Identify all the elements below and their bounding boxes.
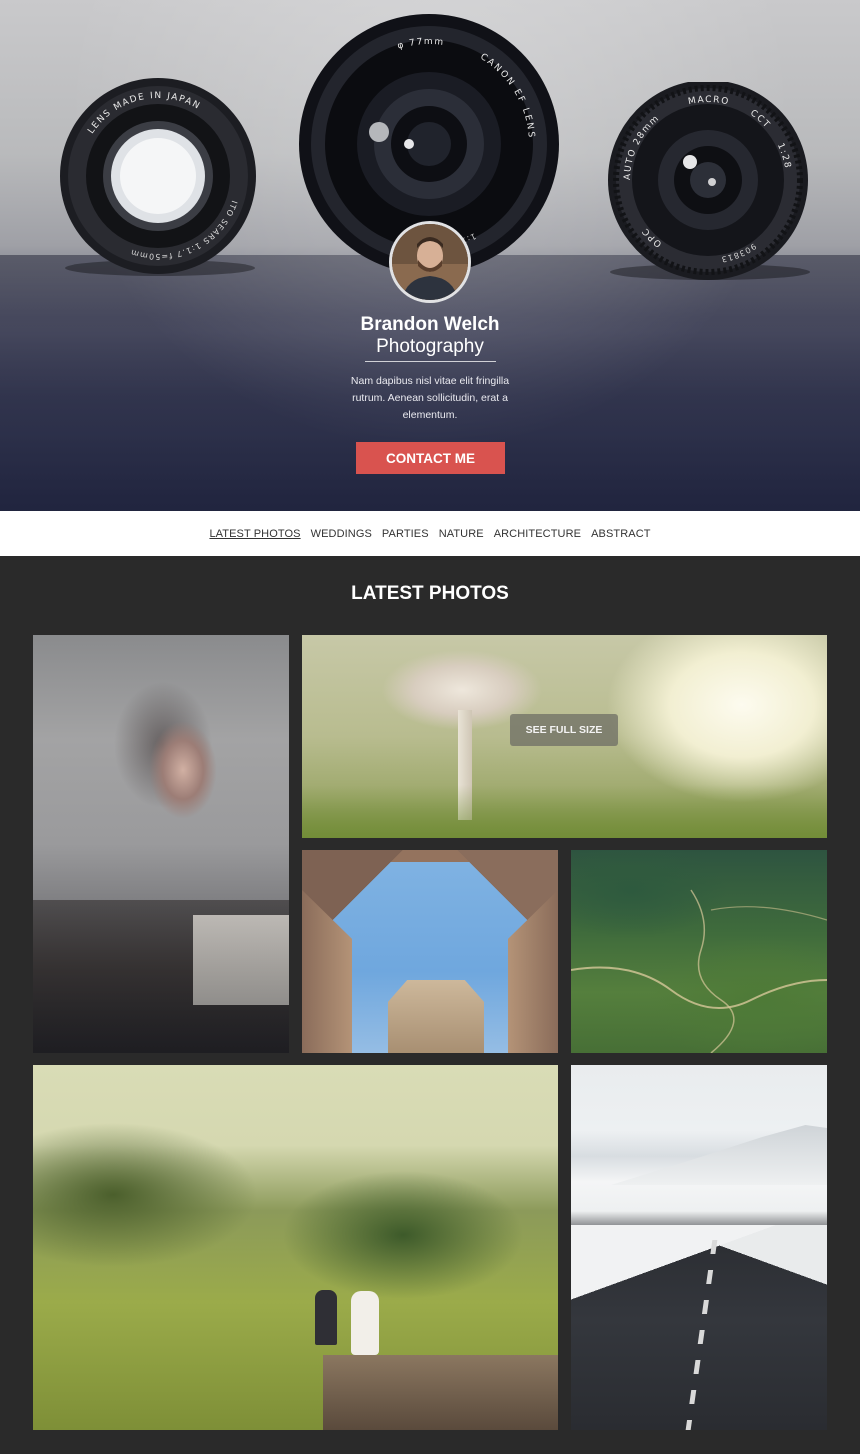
photo-mushroom-grass: [302, 785, 827, 838]
right-lens-image: AUTO 28mm MACRO CCT 1:28 OPC 903813: [608, 82, 810, 280]
photo-aerial-landscape[interactable]: [571, 850, 827, 1053]
intro-text: Nam dapibus nisl vitae elit fringilla ru…: [350, 375, 510, 421]
photo-architecture-left-wall: [302, 890, 352, 1053]
nav-item-weddings[interactable]: WEDDINGS: [311, 528, 372, 540]
photo-architecture-right-wall: [508, 890, 558, 1053]
photo-road-mountain: [611, 1125, 827, 1185]
nav-item-architecture[interactable]: ARCHITECTURE: [494, 528, 581, 540]
left-lens-image: LENS MADE IN JAPAN ITO SEARS 1:1.7 f=50m…: [60, 78, 256, 276]
category-nav: LATEST PHOTOS WEDDINGS PARTIES NATURE AR…: [0, 511, 860, 556]
brand-subtitle: Photography: [376, 336, 484, 357]
contact-me-button[interactable]: CONTACT ME: [356, 442, 505, 474]
nav-item-abstract[interactable]: ABSTRACT: [591, 528, 650, 540]
photo-architecture-church: [388, 980, 484, 1053]
photo-wedding-groom: [315, 1290, 337, 1345]
nav-item-latest-photos[interactable]: LATEST PHOTOS: [209, 528, 300, 540]
photo-mushroom[interactable]: SEE FULL SIZE: [302, 635, 827, 838]
brand-divider: [365, 361, 496, 362]
avatar-portrait: [392, 224, 468, 300]
photo-wedding-couple[interactable]: [33, 1065, 558, 1430]
photo-woman-building: [193, 915, 289, 1005]
photo-aerial-paths: [571, 889, 827, 1053]
photo-woman-window[interactable]: [33, 635, 289, 1053]
brand-name: Brandon Welch: [360, 314, 500, 335]
see-full-size-button[interactable]: SEE FULL SIZE: [510, 714, 618, 746]
avatar: [389, 221, 471, 303]
nav-item-parties[interactable]: PARTIES: [382, 528, 429, 540]
photo-architecture[interactable]: [302, 850, 558, 1053]
hero-banner: LENS MADE IN JAPAN ITO SEARS 1:1.7 f=50m…: [0, 0, 860, 511]
photo-snow-road[interactable]: [571, 1065, 827, 1430]
section-title: LATEST PHOTOS: [351, 583, 509, 604]
photo-wedding-bride: [351, 1291, 379, 1355]
nav-item-nature[interactable]: NATURE: [439, 528, 484, 540]
photo-wedding-deck: [323, 1355, 558, 1430]
